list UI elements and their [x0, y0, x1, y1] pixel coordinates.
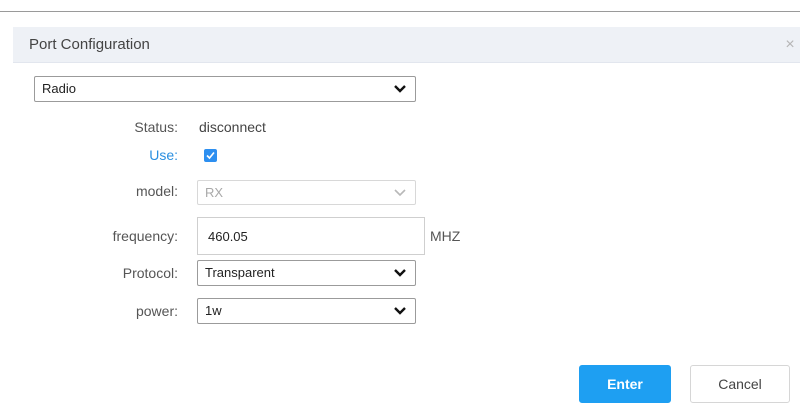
model-label: model: — [135, 183, 178, 199]
power-label: power: — [135, 303, 178, 319]
cancel-button[interactable]: Cancel — [690, 365, 790, 403]
frequency-label: frequency: — [112, 228, 178, 244]
frequency-input[interactable] — [197, 217, 425, 255]
enter-button[interactable]: Enter — [579, 365, 671, 403]
top-divider — [0, 11, 800, 12]
checkmark-icon — [206, 151, 215, 160]
dialog-header: Port Configuration × — [13, 27, 800, 63]
model-select: RX — [197, 180, 416, 205]
status-value: disconnect — [199, 119, 266, 135]
chevron-down-icon — [394, 269, 406, 277]
power-select[interactable]: 1w — [197, 298, 416, 324]
chevron-down-icon — [394, 307, 406, 315]
frequency-unit: MHZ — [430, 228, 461, 244]
use-checkbox[interactable] — [204, 149, 217, 162]
dialog-title: Port Configuration — [29, 36, 150, 53]
use-label: Use: — [149, 147, 178, 163]
chevron-down-icon — [394, 85, 406, 93]
protocol-label: Protocol: — [122, 265, 178, 281]
protocol-select-value: Transparent — [205, 265, 275, 280]
chevron-down-icon — [394, 189, 406, 197]
close-icon[interactable]: × — [780, 35, 800, 55]
protocol-select[interactable]: Transparent — [197, 260, 416, 286]
status-label: Status: — [134, 119, 178, 135]
port-type-select-value: Radio — [42, 81, 76, 96]
power-select-value: 1w — [205, 303, 222, 318]
port-type-select[interactable]: Radio — [34, 76, 416, 102]
model-select-value: RX — [205, 185, 224, 200]
